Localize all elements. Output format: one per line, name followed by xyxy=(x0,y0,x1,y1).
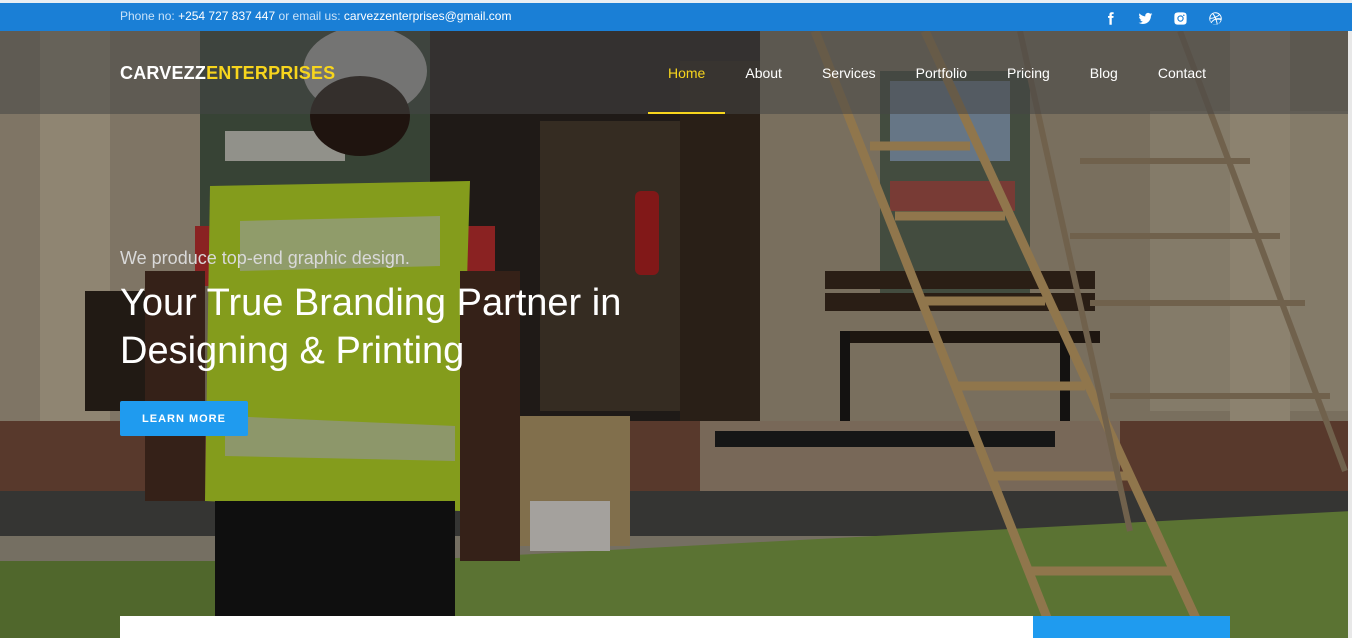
learn-more-button[interactable]: LEARN MORE xyxy=(120,401,248,436)
hero-content: We produce top-end graphic design. Your … xyxy=(120,248,760,375)
brand-name-part1: CARVEZZ xyxy=(120,63,207,83)
nav-item-home[interactable]: Home xyxy=(648,31,726,114)
instagram-icon xyxy=(1174,11,1187,25)
nav-item-pricing[interactable]: Pricing xyxy=(987,31,1070,114)
scrollbar-track[interactable] xyxy=(1348,31,1352,638)
email-label: or email us: xyxy=(278,9,341,23)
hero-headline-line2: Designing & Printing xyxy=(120,330,465,372)
nav-menu: Home About Services Portfolio Pricing Bl… xyxy=(648,31,1226,114)
nav-item-blog[interactable]: Blog xyxy=(1070,31,1138,114)
nav-item-services[interactable]: Services xyxy=(802,31,896,114)
top-info-bar: Phone no: +254 727 837 447 or email us: … xyxy=(0,0,1352,31)
bottom-panel-accent xyxy=(1033,616,1230,638)
twitter-icon xyxy=(1138,12,1153,24)
instagram-link[interactable] xyxy=(1163,7,1198,29)
facebook-link[interactable] xyxy=(1093,7,1128,29)
dribbble-link[interactable] xyxy=(1198,7,1233,29)
contact-info: Phone no: +254 727 837 447 or email us: … xyxy=(120,9,511,23)
dribbble-icon xyxy=(1209,11,1222,25)
phone-label: Phone no: xyxy=(120,9,175,23)
hero-headline: Your True Branding Partner in Designing … xyxy=(120,279,760,375)
twitter-link[interactable] xyxy=(1128,7,1163,29)
facebook-icon xyxy=(1108,11,1114,25)
hero-headline-line1: Your True Branding Partner in xyxy=(120,282,622,324)
email-address[interactable]: carvezzenterprises@gmail.com xyxy=(344,9,512,23)
phone-number[interactable]: +254 727 837 447 xyxy=(178,9,275,23)
main-navbar: CARVEZZENTERPRISES Home About Services P… xyxy=(0,31,1352,114)
hero-tagline: We produce top-end graphic design. xyxy=(120,248,410,268)
nav-item-contact[interactable]: Contact xyxy=(1138,31,1226,114)
nav-item-portfolio[interactable]: Portfolio xyxy=(896,31,987,114)
brand-name-part2: ENTERPRISES xyxy=(206,63,336,83)
social-links xyxy=(1093,7,1233,29)
bottom-panel xyxy=(120,616,1033,638)
nav-item-about[interactable]: About xyxy=(725,31,802,114)
brand-logo[interactable]: CARVEZZENTERPRISES xyxy=(120,63,335,84)
